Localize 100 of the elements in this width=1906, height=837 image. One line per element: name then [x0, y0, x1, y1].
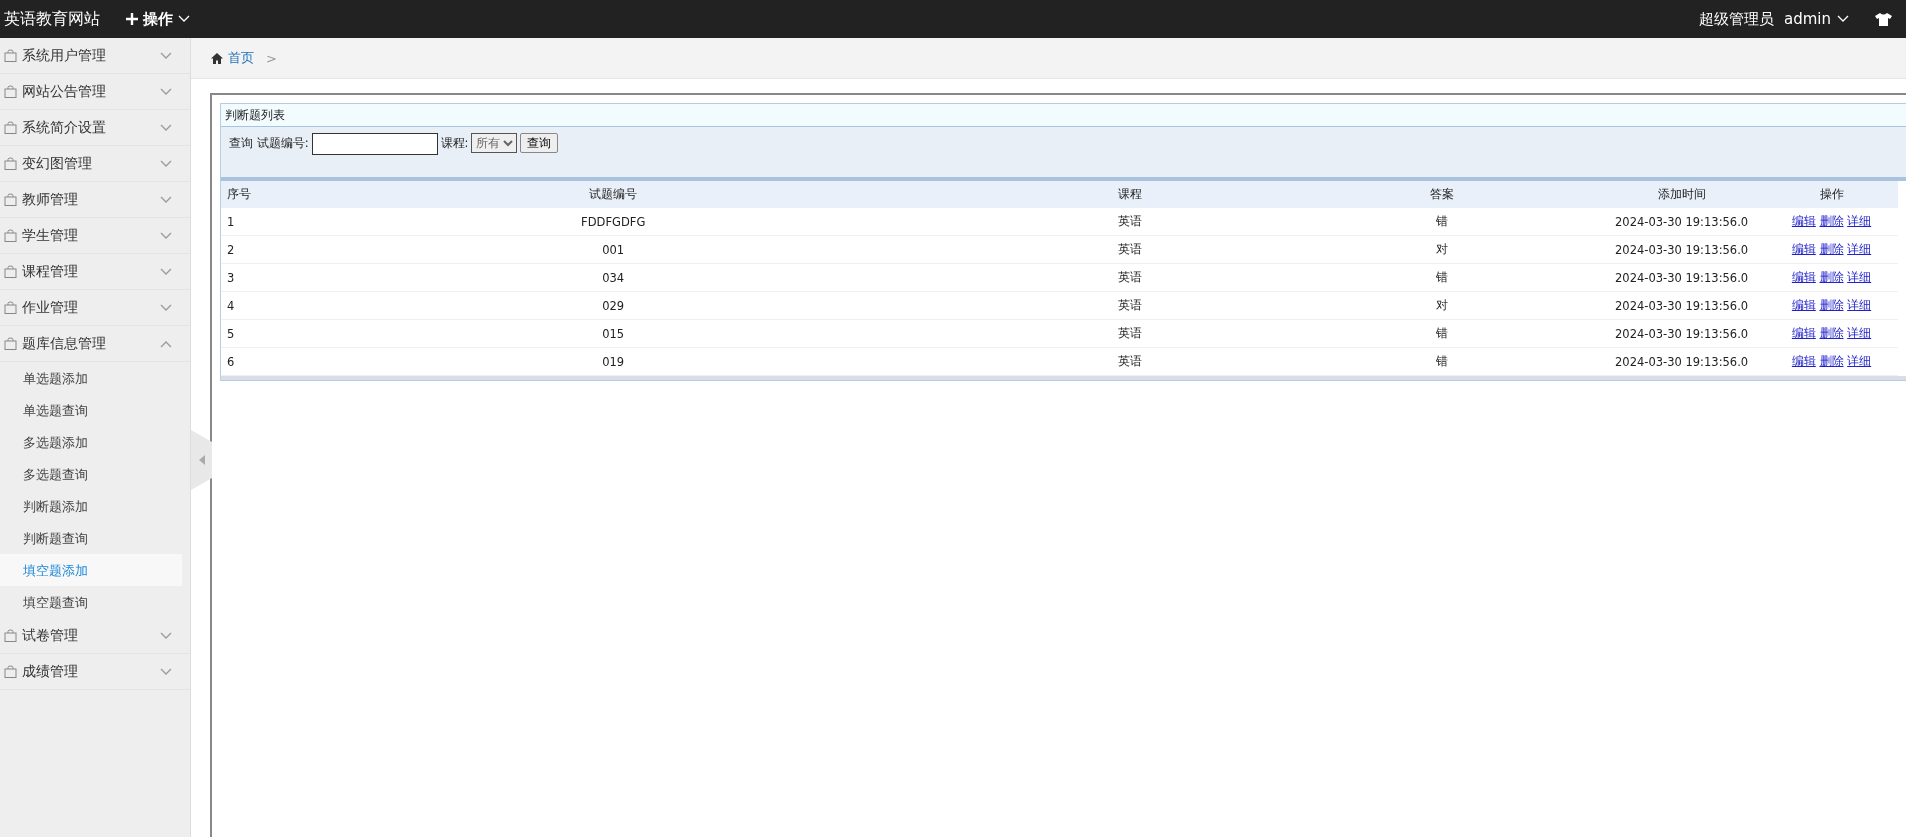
table-cell: 2024-03-30 19:13:56.0 [1598, 319, 1765, 348]
table-cell: 英语 [974, 263, 1287, 292]
chevron-down-icon [160, 231, 172, 240]
action-link[interactable]: 删除 [1819, 298, 1844, 312]
sidebar-item[interactable]: 单选题添加 [0, 362, 182, 394]
home-icon [211, 52, 223, 64]
panel-title: 判断题列表 [221, 104, 1906, 127]
column-header: 试题编号 [252, 181, 975, 208]
sidebar-item[interactable]: 判断题查询 [0, 522, 182, 554]
action-link[interactable]: 编辑 [1791, 326, 1816, 340]
table-cell: 英语 [974, 208, 1287, 236]
action-link[interactable]: 详细 [1847, 298, 1872, 312]
action-link[interactable]: 编辑 [1791, 242, 1816, 256]
sidebar-item[interactable]: 填空题添加 [0, 554, 182, 586]
chevron-down-icon [160, 667, 172, 676]
bag-icon [4, 301, 17, 314]
action-link[interactable]: 编辑 [1791, 270, 1816, 284]
bag-icon [4, 193, 17, 206]
action-link[interactable]: 编辑 [1791, 214, 1816, 228]
site-title: 英语教育网站 [4, 8, 100, 30]
table-cell: 4 [221, 291, 252, 320]
table-cell: 019 [252, 347, 975, 376]
operations-menu[interactable]: 操作 [126, 9, 190, 29]
bag-icon [4, 49, 17, 62]
table-cell: 2024-03-30 19:13:56.0 [1598, 208, 1765, 236]
action-link[interactable]: 详细 [1847, 354, 1872, 368]
chevron-down-icon [160, 631, 172, 640]
table-cell: 错 [1286, 347, 1599, 376]
search-label: 查询 试题编号: [229, 134, 309, 152]
table-cell: 029 [252, 291, 975, 320]
chevron-down-icon [160, 195, 172, 204]
bag-icon [4, 229, 17, 242]
table-cell: 对 [1286, 235, 1599, 264]
column-header: 答案 [1286, 181, 1599, 208]
table-cell: 英语 [974, 319, 1287, 348]
table-cell: 034 [252, 263, 975, 292]
bag-icon [4, 85, 17, 98]
table-cell: FDDFGDFG [252, 208, 975, 236]
search-button[interactable]: 查询 [520, 133, 559, 153]
bag-icon [4, 629, 17, 642]
table-cell: 5 [221, 319, 252, 348]
action-link[interactable]: 编辑 [1791, 354, 1816, 368]
table-cell: 2 [221, 235, 252, 264]
chevron-down-icon [160, 159, 172, 168]
column-header: 序号 [221, 181, 252, 208]
plus-icon [126, 13, 138, 25]
bag-icon [4, 157, 17, 170]
chevron-down-icon [160, 51, 172, 60]
action-link[interactable]: 详细 [1847, 326, 1872, 340]
bag-icon [4, 265, 17, 278]
action-link[interactable]: 删除 [1819, 242, 1844, 256]
action-link[interactable]: 编辑 [1791, 298, 1816, 312]
table-cell: 英语 [974, 235, 1287, 264]
column-header: 课程 [974, 181, 1287, 208]
table-cell: 1 [221, 208, 252, 236]
triangle-left-icon [198, 455, 205, 465]
table-cell: 6 [221, 347, 252, 376]
chevron-down-icon [178, 15, 190, 23]
chevron-down-icon [160, 87, 172, 96]
table-cell: 3 [221, 263, 252, 292]
sidebar-item[interactable]: 判断题添加 [0, 490, 182, 522]
chevron-down-icon [160, 267, 172, 276]
sidebar-item[interactable]: 多选题添加 [0, 426, 182, 458]
chevron-down-icon [1837, 15, 1849, 23]
action-link[interactable]: 删除 [1819, 214, 1844, 228]
action-link[interactable]: 详细 [1847, 270, 1872, 284]
column-header: 添加时间 [1598, 181, 1765, 208]
table-cell: 2024-03-30 19:13:56.0 [1598, 347, 1765, 376]
question-id-field[interactable] [311, 133, 438, 155]
sidebar-item[interactable]: 单选题查询 [0, 394, 182, 426]
table-cell: 错 [1286, 208, 1599, 236]
table-cell: 错 [1286, 263, 1599, 292]
table-cell: 英语 [974, 347, 1287, 376]
action-link[interactable]: 删除 [1819, 270, 1844, 284]
chevron-up-icon [160, 339, 172, 348]
column-header: 操作 [1765, 181, 1898, 208]
course-select[interactable]: 所有 [471, 133, 518, 153]
table-cell: 错 [1286, 319, 1599, 348]
bag-icon [4, 665, 17, 678]
breadcrumb-home-link[interactable]: 首页 [211, 49, 254, 67]
chevron-down-icon [160, 123, 172, 132]
table-cell: 2024-03-30 19:13:56.0 [1598, 263, 1765, 292]
bag-icon [4, 121, 17, 134]
table-cell: 2024-03-30 19:13:56.0 [1598, 235, 1765, 264]
action-link[interactable]: 详细 [1847, 214, 1872, 228]
table-cell: 001 [252, 235, 975, 264]
table-cell: 对 [1286, 291, 1599, 320]
breadcrumb-separator: > [266, 50, 277, 66]
table-cell: 2024-03-30 19:13:56.0 [1598, 291, 1765, 320]
user-menu[interactable]: 超级管理员 admin [1699, 9, 1849, 29]
bag-icon [4, 337, 17, 350]
action-link[interactable]: 详细 [1847, 242, 1872, 256]
action-link[interactable]: 删除 [1819, 354, 1844, 368]
sidebar-item[interactable]: 填空题查询 [0, 586, 182, 618]
action-link[interactable]: 删除 [1819, 326, 1844, 340]
table-cell: 015 [252, 319, 975, 348]
chevron-down-icon [160, 303, 172, 312]
tshirt-icon[interactable] [1875, 12, 1892, 26]
table-cell: 英语 [974, 291, 1287, 320]
sidebar-item[interactable]: 多选题查询 [0, 458, 182, 490]
